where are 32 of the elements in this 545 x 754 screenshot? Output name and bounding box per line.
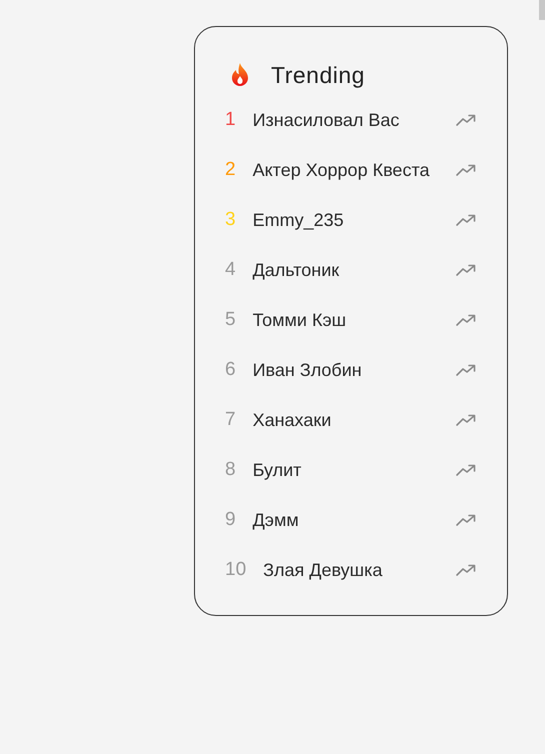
trending-up-icon [456, 464, 476, 476]
trend-name[interactable]: Emmy_235 [252, 205, 344, 235]
trending-up-icon [456, 364, 476, 376]
trend-name[interactable]: Ханахаки [252, 405, 332, 435]
trend-name[interactable]: Томми Кэш [252, 305, 346, 335]
trending-up-icon [456, 314, 476, 326]
rank-number: 7 [225, 409, 236, 431]
rank-number: 4 [225, 259, 236, 281]
scrollbar-thumb[interactable] [539, 0, 545, 20]
rank-number: 9 [225, 509, 236, 531]
rank-number: 1 [225, 109, 236, 131]
rank-number: 3 [225, 209, 236, 231]
trend-name[interactable]: Актер Хоррор Квеста [252, 155, 430, 185]
rank-number: 5 [225, 309, 236, 331]
rank-number: 6 [225, 359, 236, 381]
trend-name[interactable]: Дальтоник [252, 255, 340, 285]
trending-up-icon [456, 514, 476, 526]
trend-name[interactable]: Иван Злобин [252, 355, 362, 385]
trending-up-icon [456, 414, 476, 426]
trend-name[interactable]: Злая Девушка [263, 555, 382, 585]
trend-name[interactable]: Булит [252, 455, 302, 485]
trend-name[interactable]: Дэмм [252, 505, 299, 535]
trending-up-icon [456, 214, 476, 226]
card-title: Trending [271, 62, 365, 88]
trending-up-icon [456, 164, 476, 176]
rank-number: 2 [225, 159, 236, 181]
rank-number: 8 [225, 459, 236, 481]
rank-number: 10 [225, 559, 246, 581]
trending-up-icon [456, 564, 476, 576]
trending-up-icon [456, 264, 476, 276]
trending-up-icon [456, 114, 476, 126]
trend-name[interactable]: Изнасиловал Вас [252, 105, 400, 135]
